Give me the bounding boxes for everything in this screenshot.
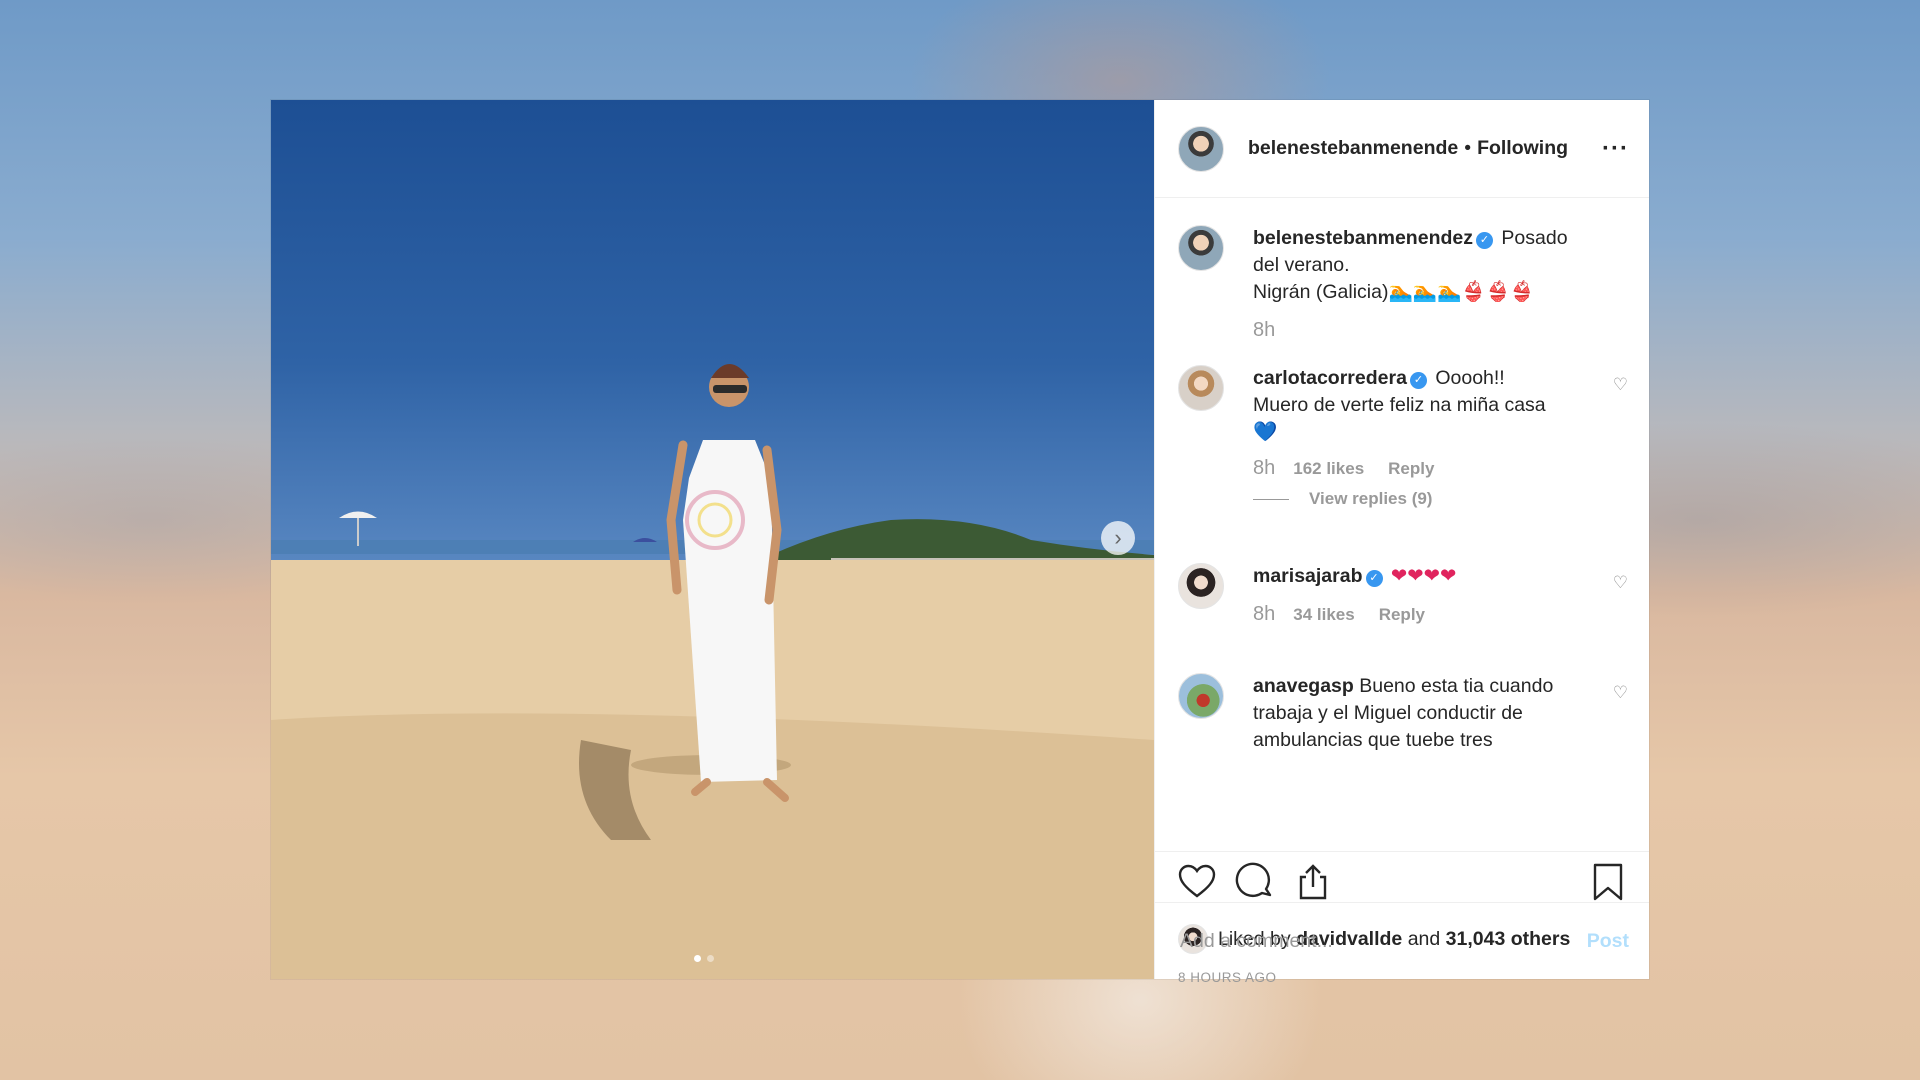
comment-text-2: Muero de verte feliz na miña casa [1253,394,1546,416]
post-photo[interactable]: › [271,100,1154,979]
comment-likes[interactable]: 34 likes [1293,605,1354,625]
caption-body: belenestebanmenendez ✓ Posado del verano.… [1253,225,1598,306]
comment-avatar[interactable] [1178,365,1224,411]
carousel-dot [707,955,714,962]
comment-meta: 8h 162 likes Reply [1253,457,1458,480]
comment-text: Ooooh!! [1435,367,1505,389]
comment-username[interactable]: carlotacorredera [1253,367,1407,389]
like-comment-heart-icon[interactable]: ♡ [1613,683,1628,703]
carousel-indicator [694,955,714,962]
add-comment-input[interactable] [1178,925,1562,957]
verified-badge-icon: ✓ [1365,570,1383,587]
comment-meta: 8h 34 likes Reply [1253,603,1449,626]
comment-time[interactable]: 8h [1253,603,1275,626]
comment-likes[interactable]: 162 likes [1293,459,1364,479]
comment-body: marisajarab ✓ ❤❤❤❤ [1253,563,1598,590]
author-username[interactable]: belenestebanmenende [1248,137,1458,160]
comment-item: carlotacorredera ✓ Ooooh!! Muero de verte… [1178,365,1628,515]
view-replies-label: View replies (9) [1309,489,1433,508]
more-options-icon[interactable]: ··· [1602,135,1629,163]
caption-username[interactable]: belenestebanmenendez [1253,227,1473,249]
following-button[interactable]: Following [1477,137,1568,160]
like-heart-icon[interactable] [1177,862,1217,902]
share-icon[interactable] [1293,862,1333,902]
post-header: belenestebanmenende • Following ··· [1155,100,1649,198]
reply-button[interactable]: Reply [1379,605,1425,625]
view-replies-button[interactable]: View replies (9) [1253,489,1432,509]
caption-meta: 8h [1253,319,1293,342]
like-comment-heart-icon[interactable]: ♡ [1613,375,1628,395]
comment-username[interactable]: marisajarab [1253,565,1363,587]
blue-heart-emoji: 💙 [1253,421,1278,443]
caption-avatar[interactable] [1178,225,1224,271]
comment-avatar[interactable] [1178,563,1224,609]
comment-bubble-icon[interactable] [1235,862,1275,902]
caption-location: Nigrán (Galicia)🏊🏊🏊👙👙👙 [1253,281,1535,303]
comment-item: anavegasp Bueno esta tia cuando trabaja … [1178,673,1628,793]
author-avatar[interactable] [1178,125,1224,172]
comment-avatar[interactable] [1178,673,1224,719]
beach-scene [271,364,1154,979]
red-hearts-emoji: ❤❤❤❤ [1390,565,1457,587]
post-comment-button[interactable]: Post [1587,930,1629,953]
comment-body: carlotacorredera ✓ Ooooh!! Muero de verte… [1253,365,1598,446]
carousel-next-button[interactable]: › [1101,521,1135,555]
comment-time[interactable]: 8h [1253,457,1275,480]
verified-badge-icon: ✓ [1409,372,1427,389]
add-comment-bar: Post [1155,902,1649,978]
comment-item: marisajarab ✓ ❤❤❤❤ ♡ 8h 34 likes Reply [1178,563,1628,653]
view-replies-line [1253,498,1289,500]
carousel-dot-active [694,955,701,962]
comment-username[interactable]: anavegasp [1253,675,1354,697]
caption-time[interactable]: 8h [1253,319,1275,342]
comments-list[interactable]: belenestebanmenendez ✓ Posado del verano.… [1155,199,1649,850]
instagram-post-modal: › belenestebanmenende • Following ··· be… [271,100,1649,985]
bookmark-icon[interactable] [1590,862,1626,902]
chevron-right-icon: › [1114,525,1122,550]
caption: belenestebanmenendez ✓ Posado del verano.… [1178,225,1628,341]
header-separator: • [1464,137,1472,159]
reply-button[interactable]: Reply [1388,459,1434,479]
like-comment-heart-icon[interactable]: ♡ [1613,573,1628,593]
verified-badge-icon: ✓ [1475,232,1493,249]
post-side-panel: belenestebanmenende • Following ··· bele… [1154,100,1649,985]
comment-body: anavegasp Bueno esta tia cuando trabaja … [1253,673,1598,754]
